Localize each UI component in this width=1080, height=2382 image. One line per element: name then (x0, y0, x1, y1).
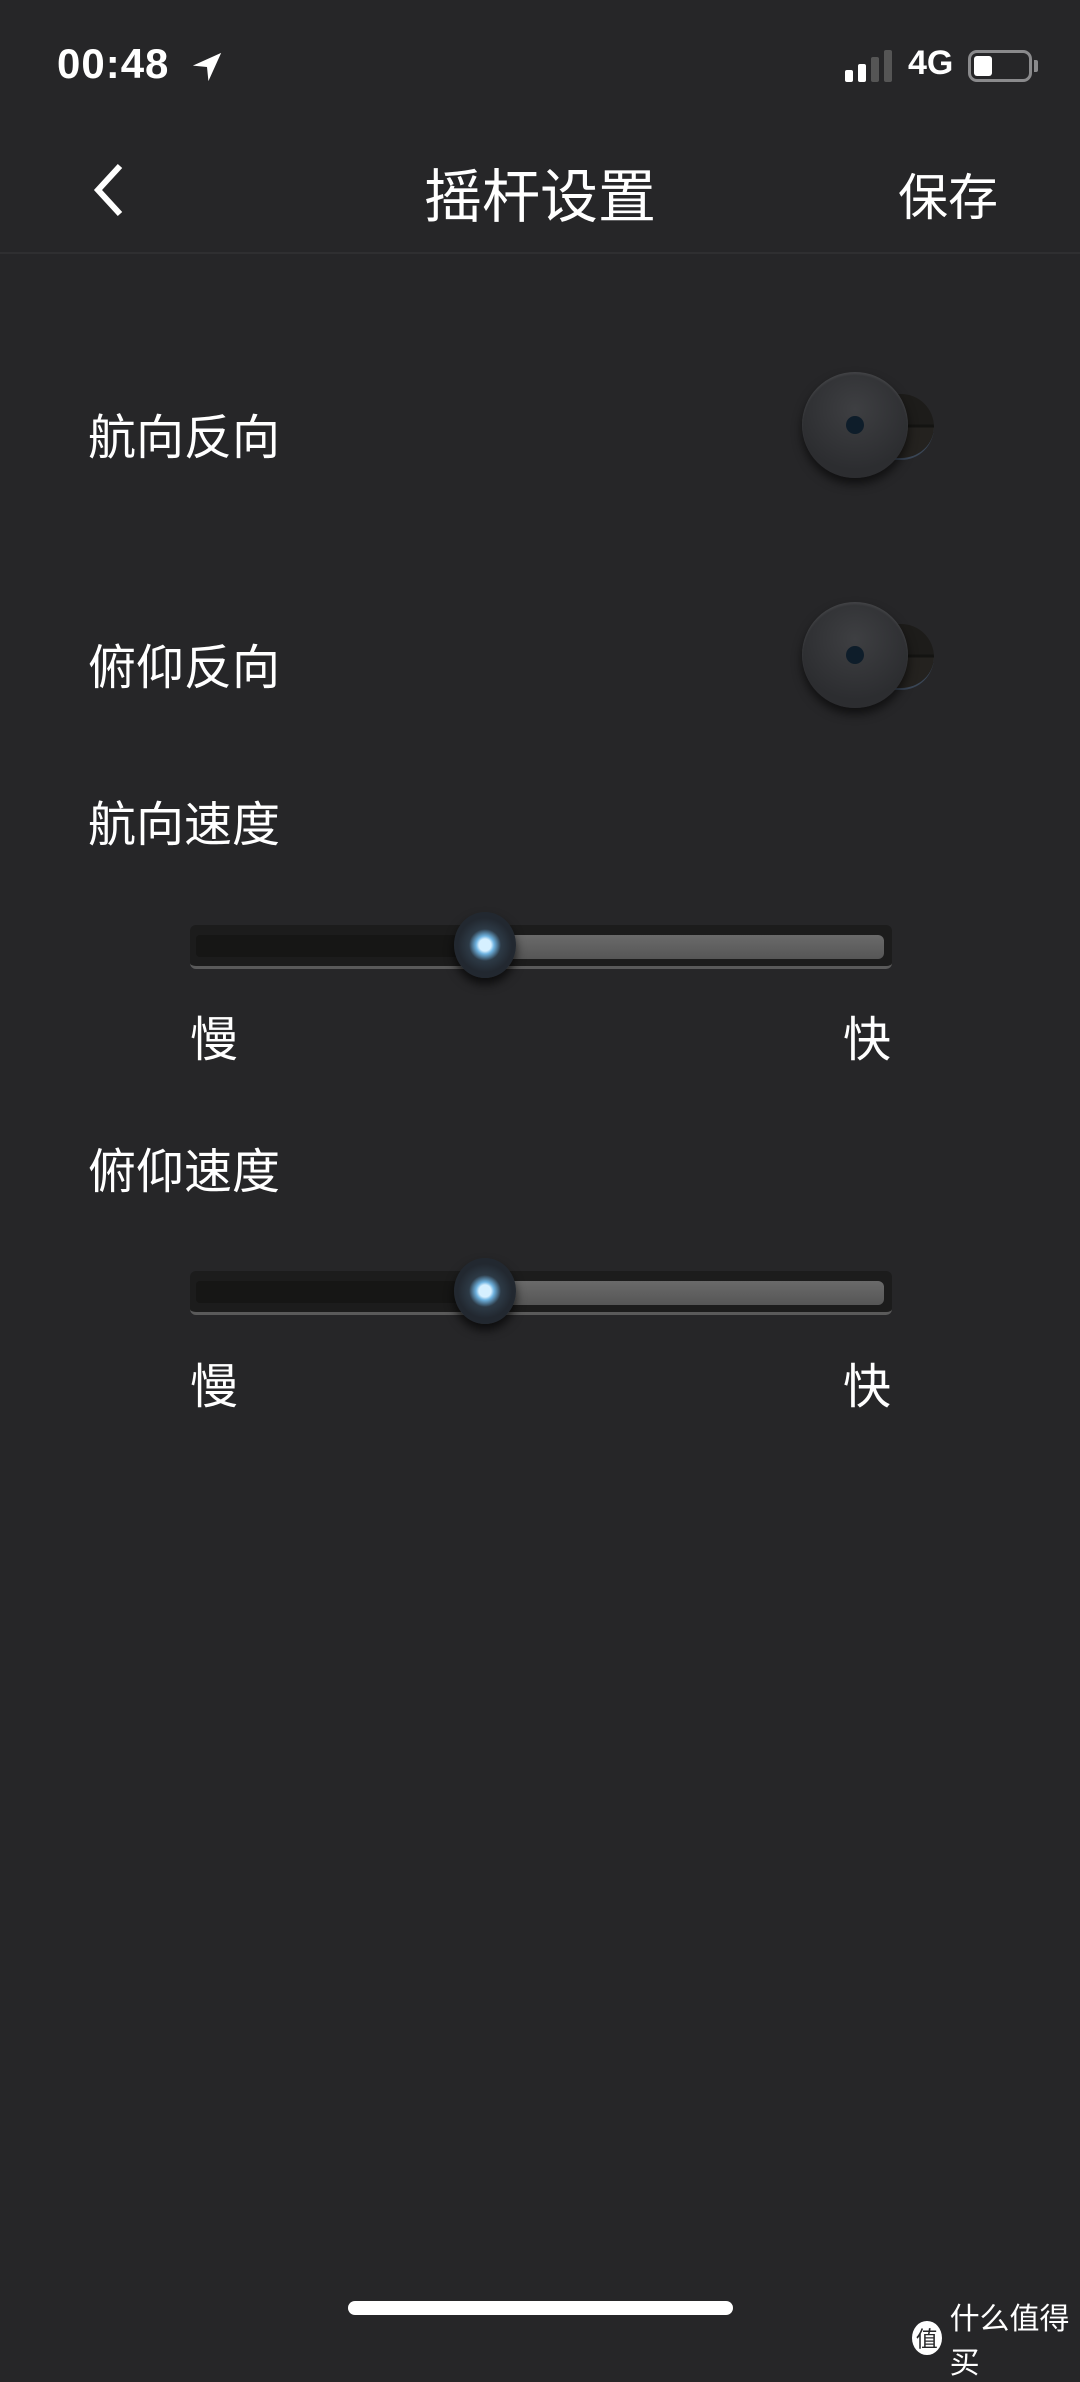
pitch-speed-slider[interactable] (190, 1236, 892, 1324)
pitch-reverse-toggle[interactable] (802, 602, 937, 712)
pitch-speed-min-label: 慢 (190, 1359, 239, 1415)
pitch-speed-label: 俯仰速度 (88, 1144, 281, 1200)
yaw-speed-label: 航向速度 (88, 797, 281, 853)
yaw-speed-max-label: 快 (843, 1012, 892, 1068)
save-button[interactable]: 保存 (898, 158, 998, 230)
network-type: 4G (908, 44, 954, 82)
slider-thumb[interactable] (453, 912, 516, 978)
yaw-speed-slider[interactable] (190, 890, 892, 978)
watermark: 值 什么值得买 (912, 2294, 1080, 2382)
home-indicator (348, 2301, 733, 2315)
pitch-speed-max-label: 快 (843, 1359, 892, 1415)
location-arrow-icon (192, 52, 222, 82)
toggle-knob (802, 602, 908, 708)
battery-icon (968, 50, 1032, 82)
battery-cap (1034, 60, 1038, 72)
signal-strength-icon (845, 50, 892, 82)
watermark-logo: 值 (912, 2321, 942, 2355)
status-time: 00:48 (57, 40, 170, 87)
toggle-knob (802, 372, 908, 478)
slider-thumb[interactable] (453, 1258, 516, 1324)
yaw-reverse-label: 航向反向 (88, 410, 281, 466)
yaw-reverse-toggle[interactable] (802, 372, 937, 482)
yaw-speed-min-label: 慢 (190, 1012, 239, 1068)
watermark-text: 什么值得买 (949, 2302, 1070, 2381)
pitch-reverse-label: 俯仰反向 (88, 640, 281, 696)
